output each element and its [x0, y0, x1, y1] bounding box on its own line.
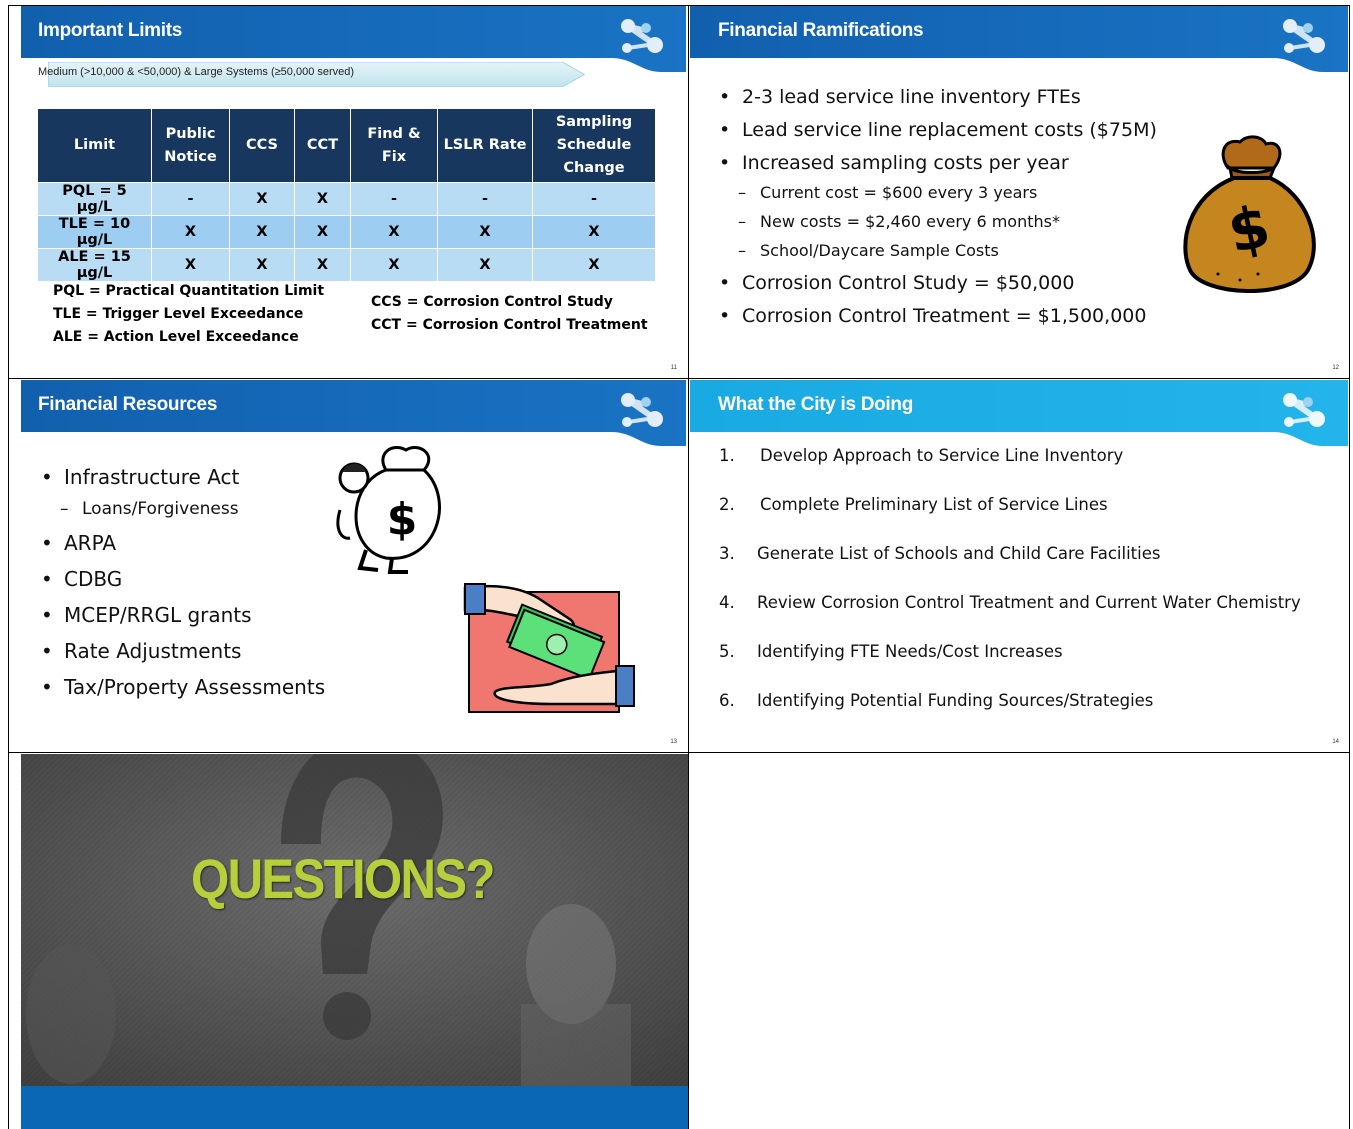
- slide-number: 14: [1332, 739, 1339, 745]
- table-header-cell: LSLR Rate: [437, 109, 533, 183]
- list-item: Infrastructure Act: [38, 465, 325, 499]
- list-item: Corrosion Control Treatment = $1,500,000: [716, 305, 1157, 338]
- step-text: Develop Approach to Service Line Invento…: [760, 446, 1124, 465]
- network-logo-icon: [1283, 393, 1325, 427]
- man-carrying-money-bag-icon: $: [336, 446, 441, 574]
- slide-what-city-is-doing: What the City is Doing 1. Develop Approac…: [690, 380, 1348, 751]
- abbreviation-definitions: CCS = Corrosion Control Study CCT = Corr…: [371, 291, 648, 337]
- limits-table: Limit Public Notice CCS CCT Find & Fix L…: [38, 109, 656, 281]
- network-logo-icon: [1283, 19, 1325, 53]
- slide-number: 13: [670, 739, 677, 745]
- table-cell: X: [229, 248, 295, 281]
- bullet-list: 2-3 lead service line inventory FTEs Lea…: [716, 86, 1157, 338]
- table-header-cell: CCT: [294, 109, 351, 183]
- table-cell: X: [151, 215, 230, 249]
- list-item: New costs = $2,460 every 6 months*: [716, 212, 1157, 241]
- table-cell: -: [151, 182, 230, 216]
- slide-title: What the City is Doing: [718, 394, 914, 415]
- table-header-cell: Public Notice: [151, 109, 230, 183]
- table-cell: X: [294, 182, 351, 216]
- table-header-cell: Limit: [38, 109, 152, 183]
- table-cell: X: [294, 248, 351, 281]
- cash-handoff-icon: [463, 583, 635, 713]
- table-header-cell: Sampling Schedule Change: [532, 109, 656, 183]
- step-number: 4.: [719, 593, 735, 612]
- slide-questions: QUESTIONS?: [21, 754, 688, 1129]
- list-item: MCEP/RRGL grants: [38, 603, 325, 639]
- list-item: Lead service line replacement costs ($75…: [716, 119, 1157, 152]
- table-cell: ALE = 15 µg/L: [38, 248, 152, 281]
- table-header-cell: CCS: [229, 109, 295, 183]
- list-item: School/Daycare Sample Costs: [716, 241, 1157, 272]
- list-item: CDBG: [38, 567, 325, 603]
- list-item: ARPA: [38, 531, 325, 567]
- step-number: 5.: [719, 642, 735, 661]
- slide-financial-resources: Financial Resources Infrastructure Act L…: [21, 380, 686, 751]
- step-number: 6.: [719, 691, 735, 710]
- definition-text: CCT = Corrosion Control Treatment: [371, 317, 648, 333]
- table-header-row: Limit Public Notice CCS CCT Find & Fix L…: [38, 109, 656, 183]
- definition-text: PQL = Practical Quantitation Limit: [53, 283, 325, 299]
- table-cell: X: [532, 248, 656, 281]
- step-text: Complete Preliminary List of Service Lin…: [760, 495, 1108, 514]
- table-cell: X: [229, 182, 295, 216]
- table-cell: X: [229, 215, 295, 249]
- definition-text: TLE = Trigger Level Exceedance: [53, 306, 304, 322]
- table-row: ALE = 15 µg/L X X X X X X: [38, 248, 656, 281]
- network-logo-icon: [621, 393, 663, 427]
- step-text: Identifying FTE Needs/Cost Increases: [757, 642, 1063, 661]
- questions-background: [21, 754, 688, 1129]
- list-item: Current cost = $600 every 3 years: [716, 183, 1157, 212]
- money-bag-icon: $: [1183, 135, 1316, 293]
- bullet-list: Infrastructure Act Loans/Forgiveness ARP…: [38, 465, 325, 711]
- step-number: 2.: [719, 495, 735, 514]
- slide-subtitle: Medium (>10,000 & <50,000) & Large Syste…: [38, 66, 355, 78]
- table-cell: X: [437, 248, 533, 281]
- grid-divider: [8, 378, 1350, 379]
- step-number: 3.: [719, 544, 735, 563]
- slide-title: Financial Resources: [38, 394, 218, 415]
- slide-title: Financial Ramifications: [718, 20, 924, 41]
- slide-important-limits: Important Limits Medium (>10,000 & <50,0…: [21, 6, 686, 377]
- table-cell: X: [350, 215, 438, 249]
- grid-divider: [1349, 5, 1350, 1129]
- network-logo-icon: [621, 19, 663, 53]
- grid-divider: [8, 752, 1350, 753]
- questions-title: QUESTIONS?: [191, 847, 496, 910]
- table-cell: TLE = 10 µg/L: [38, 215, 152, 249]
- table-cell: X: [532, 215, 656, 249]
- table-cell: -: [532, 182, 656, 216]
- table-cell: X: [294, 215, 351, 249]
- table-cell: X: [350, 248, 438, 281]
- slide-number: 12: [1332, 365, 1339, 371]
- list-item: 2-3 lead service line inventory FTEs: [716, 86, 1157, 119]
- list-item: Tax/Property Assessments: [38, 675, 325, 711]
- abbreviation-definitions: PQL = Practical Quantitation Limit TLE =…: [53, 280, 324, 349]
- table-cell: -: [350, 182, 438, 216]
- table-row: TLE = 10 µg/L X X X X X X: [38, 215, 656, 249]
- table-cell: PQL = 5 µg/L: [38, 182, 152, 216]
- slide-financial-ramifications: Financial Ramifications 2-3 lead service…: [690, 6, 1348, 377]
- list-item: Loans/Forgiveness: [38, 499, 325, 531]
- table-row: PQL = 5 µg/L - X X - - -: [38, 182, 656, 216]
- table-header-cell: Find & Fix: [350, 109, 438, 183]
- slide-number: 11: [670, 365, 677, 371]
- grid-divider: [688, 5, 689, 1129]
- step-text: Review Corrosion Control Treatment and C…: [757, 593, 1301, 612]
- table-cell: X: [151, 248, 230, 281]
- table-cell: -: [437, 182, 533, 216]
- slide-title: Important Limits: [38, 20, 183, 41]
- list-item: Rate Adjustments: [38, 639, 325, 675]
- svg-text:$: $: [387, 494, 418, 545]
- definition-text: CCS = Corrosion Control Study: [371, 294, 613, 310]
- step-number: 1.: [719, 446, 735, 465]
- list-item: Corrosion Control Study = $50,000: [716, 272, 1157, 305]
- step-text: Generate List of Schools and Child Care …: [757, 544, 1161, 563]
- list-item: Increased sampling costs per year: [716, 152, 1157, 183]
- table-cell: X: [437, 215, 533, 249]
- step-text: Identifying Potential Funding Sources/St…: [757, 691, 1154, 710]
- definition-text: ALE = Action Level Exceedance: [53, 329, 299, 345]
